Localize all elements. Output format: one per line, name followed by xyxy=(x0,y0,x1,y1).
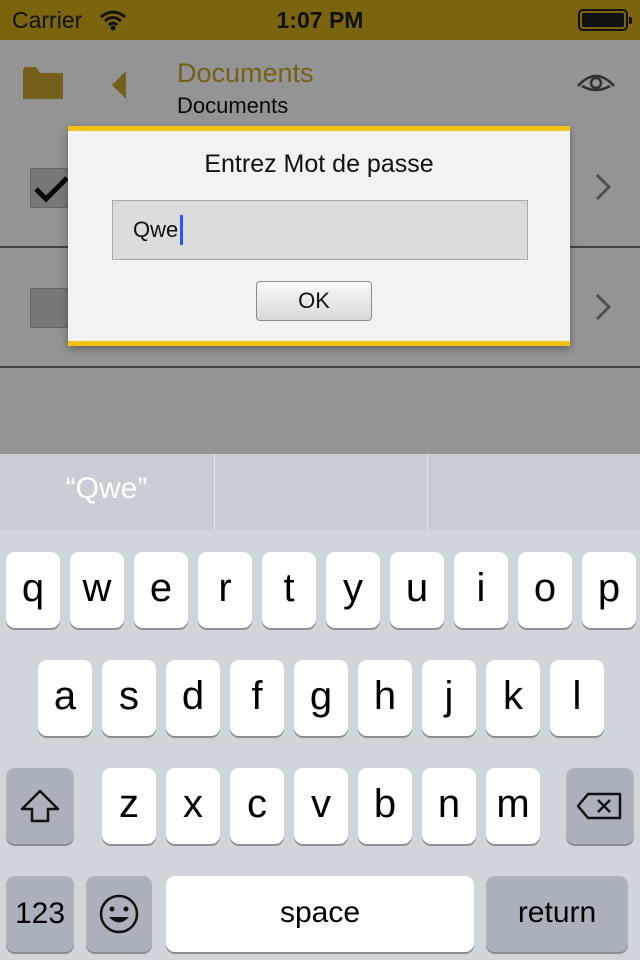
delete-key[interactable] xyxy=(566,768,634,844)
status-bar: Carrier 1:07 PM xyxy=(0,0,640,40)
numbers-key[interactable]: 123 xyxy=(6,876,74,952)
key-a[interactable]: a xyxy=(38,660,92,736)
key-c[interactable]: c xyxy=(230,768,284,844)
suggestion-1[interactable]: “Qwe” xyxy=(0,454,213,530)
space-key[interactable]: space xyxy=(166,876,474,952)
suggestion-2[interactable] xyxy=(214,454,427,530)
key-y[interactable]: y xyxy=(326,552,380,628)
clock: 1:07 PM xyxy=(276,7,364,33)
key-t[interactable]: t xyxy=(262,552,316,628)
key-k[interactable]: k xyxy=(486,660,540,736)
keyboard: “Qwe” q w e r t y u i o p a s d f g h j … xyxy=(0,454,640,960)
text-cursor xyxy=(180,215,183,245)
key-q[interactable]: q xyxy=(6,552,60,628)
key-d[interactable]: d xyxy=(166,660,220,736)
key-e[interactable]: e xyxy=(134,552,188,628)
key-p[interactable]: p xyxy=(582,552,636,628)
key-g[interactable]: g xyxy=(294,660,348,736)
password-dialog: Entrez Mot de passe Qwe OK xyxy=(68,126,570,346)
key-z[interactable]: z xyxy=(102,768,156,844)
key-w[interactable]: w xyxy=(70,552,124,628)
return-key[interactable]: return xyxy=(486,876,628,952)
shift-icon xyxy=(20,789,60,823)
suggestion-bar: “Qwe” xyxy=(0,454,640,530)
key-v[interactable]: v xyxy=(294,768,348,844)
suggestion-3[interactable] xyxy=(427,454,640,530)
key-m[interactable]: m xyxy=(486,768,540,844)
password-field[interactable]: Qwe xyxy=(112,200,528,260)
key-i[interactable]: i xyxy=(454,552,508,628)
key-h[interactable]: h xyxy=(358,660,412,736)
ok-button[interactable]: OK xyxy=(256,281,372,321)
key-u[interactable]: u xyxy=(390,552,444,628)
key-j[interactable]: j xyxy=(422,660,476,736)
key-x[interactable]: x xyxy=(166,768,220,844)
key-l[interactable]: l xyxy=(550,660,604,736)
backspace-icon xyxy=(576,792,622,820)
battery-icon xyxy=(578,9,632,31)
key-r[interactable]: r xyxy=(198,552,252,628)
shift-key[interactable] xyxy=(6,768,74,844)
password-field-value: Qwe xyxy=(133,217,179,242)
key-s[interactable]: s xyxy=(102,660,156,736)
emoji-key[interactable] xyxy=(86,876,152,952)
key-b[interactable]: b xyxy=(358,768,412,844)
emoji-icon xyxy=(99,894,139,934)
key-o[interactable]: o xyxy=(518,552,572,628)
dialog-title: Entrez Mot de passe xyxy=(204,150,434,178)
key-f[interactable]: f xyxy=(230,660,284,736)
key-n[interactable]: n xyxy=(422,768,476,844)
